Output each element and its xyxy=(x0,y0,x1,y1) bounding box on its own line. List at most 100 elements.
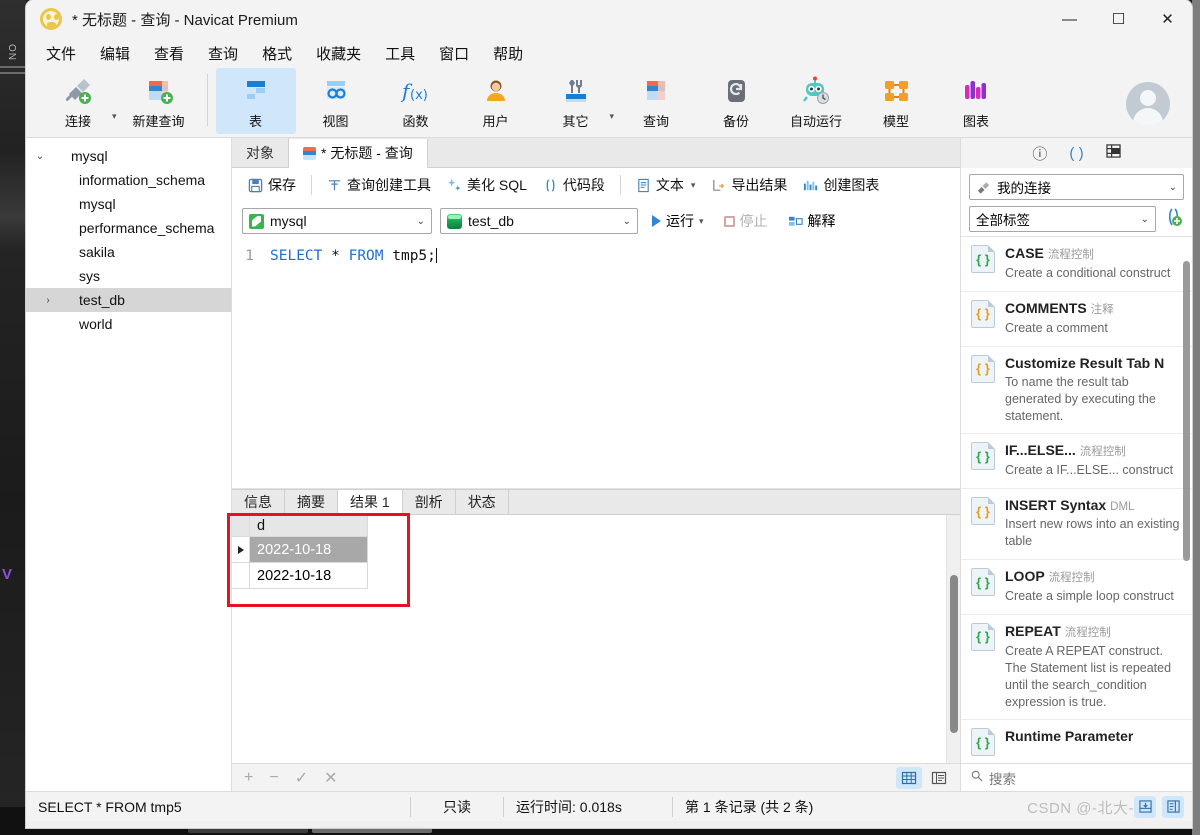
sql-code-text[interactable]: SELECT * FROM tmp5; xyxy=(260,240,960,488)
snippet-list[interactable]: { } CASE 流程控制 Create a conditional constr… xyxy=(961,236,1192,763)
toolbar-view[interactable]: 视图 xyxy=(296,68,376,134)
toolbar-function[interactable]: f (x) 函数 xyxy=(376,68,456,134)
sidebar-item-test-db[interactable]: › test_db xyxy=(26,288,231,312)
export-result-button[interactable]: 导出结果 xyxy=(705,172,793,198)
snippet-list-scrollbar-thumb[interactable] xyxy=(1183,261,1190,561)
toolbar-query[interactable]: 查询 xyxy=(616,68,696,134)
sidebar-item-mysql-connection[interactable]: ⌄ mysql xyxy=(26,144,231,168)
grid-view-icon[interactable] xyxy=(896,766,922,789)
toolbar-chart[interactable]: 图表 xyxy=(936,68,1016,134)
add-snippet-icon[interactable] xyxy=(1162,207,1184,232)
list-item[interactable]: { } Runtime Parameter xyxy=(961,720,1192,763)
menu-file[interactable]: 文件 xyxy=(34,39,88,68)
result-tab-profile[interactable]: 剖析 xyxy=(403,489,456,514)
confirm-edit-button[interactable]: ✓ xyxy=(295,768,308,788)
list-item[interactable]: { } IF...ELSE... 流程控制 Create a IF...ELSE.… xyxy=(961,434,1192,490)
cell-d[interactable]: 2022-10-18 xyxy=(250,563,368,589)
chevron-down-icon[interactable]: ⌄ xyxy=(32,151,48,162)
database-select[interactable]: test_db ⌄ xyxy=(440,208,638,234)
menu-format[interactable]: 格式 xyxy=(250,39,304,68)
toolbar-backup[interactable]: 备份 xyxy=(696,68,776,134)
status-panel-toggle-1-icon[interactable] xyxy=(1134,795,1156,818)
create-chart-button[interactable]: 创建图表 xyxy=(797,172,885,198)
add-record-button[interactable]: + xyxy=(244,769,253,787)
minimize-button[interactable]: — xyxy=(1045,0,1094,38)
save-button[interactable]: 保存 xyxy=(242,172,302,198)
row-marker[interactable] xyxy=(232,563,250,589)
list-item[interactable]: { } REPEAT 流程控制 Create A REPEAT construct… xyxy=(961,615,1192,721)
toolbar-new-query[interactable]: 新建查询 xyxy=(119,68,199,134)
menu-tools[interactable]: 工具 xyxy=(373,39,427,68)
chevron-right-icon[interactable]: › xyxy=(40,295,56,306)
snippets-button[interactable]: 代码段 xyxy=(537,172,611,198)
menu-query[interactable]: 查询 xyxy=(196,39,250,68)
chevron-down-icon[interactable]: ⌄ xyxy=(417,216,425,227)
row-marker[interactable] xyxy=(232,537,250,563)
chevron-down-icon[interactable]: ⌄ xyxy=(1141,214,1149,225)
close-button[interactable]: ✕ xyxy=(1143,0,1192,38)
sidebar-item-sys[interactable]: sys xyxy=(26,264,231,288)
status-panel-toggle-2-icon[interactable] xyxy=(1162,795,1184,818)
connection-dropdown-caret-icon[interactable]: ▾ xyxy=(112,111,117,122)
sidebar-item-information-schema[interactable]: information_schema xyxy=(26,168,231,192)
result-grid-scrollbar[interactable] xyxy=(946,515,960,763)
user-avatar[interactable] xyxy=(1126,82,1170,126)
sidebar-item-performance-schema[interactable]: performance_schema xyxy=(26,216,231,240)
menu-help[interactable]: 帮助 xyxy=(481,39,535,68)
toolbar-connection[interactable]: 连接 xyxy=(38,68,118,134)
menu-favorites[interactable]: 收藏夹 xyxy=(304,39,373,68)
tag-filter-select[interactable]: 全部标签 ⌄ xyxy=(969,206,1156,232)
list-item[interactable]: { } INSERT Syntax DML Insert new rows int… xyxy=(961,489,1192,560)
beautify-sql-button[interactable]: 美化 SQL xyxy=(441,172,533,198)
menu-edit[interactable]: 编辑 xyxy=(88,39,142,68)
query-builder-button[interactable]: 查询创建工具 xyxy=(321,172,437,198)
window-body: ⌄ mysql information_schema mysql perform… xyxy=(26,138,1192,791)
connection-filter-select[interactable]: 我的连接 ⌄ xyxy=(969,174,1184,200)
list-item[interactable]: { } CASE 流程控制 Create a conditional constr… xyxy=(961,237,1192,292)
table-structure-icon[interactable] xyxy=(1105,144,1121,162)
menu-view[interactable]: 查看 xyxy=(142,39,196,68)
list-item[interactable]: { } Customize Result Tab N To name the r… xyxy=(961,347,1192,435)
column-header-d[interactable]: d xyxy=(250,515,368,537)
result-tab-result-1[interactable]: 结果 1 xyxy=(338,490,403,515)
toolbar-user[interactable]: 用户 xyxy=(456,68,536,134)
sidebar-item-world[interactable]: world xyxy=(26,312,231,336)
toolbar-automation[interactable]: 自动运行 xyxy=(776,68,856,134)
form-view-icon[interactable] xyxy=(926,767,952,789)
table-row[interactable]: 2022-10-18 xyxy=(232,537,368,563)
result-grid[interactable]: d 2022-10-18 2022-10-18 xyxy=(232,515,368,763)
result-tab-status[interactable]: 状态 xyxy=(456,489,509,514)
list-item[interactable]: { } LOOP 流程控制 Create a simple loop constr… xyxy=(961,560,1192,615)
other-dropdown-caret-icon[interactable]: ▾ xyxy=(610,111,615,122)
snippet-tag: 流程控制 xyxy=(1079,446,1126,459)
sidebar-item-sakila[interactable]: sakila xyxy=(26,240,231,264)
code-snippet-icon[interactable]: ( ) xyxy=(1069,145,1083,162)
run-dropdown-caret-icon[interactable]: ▾ xyxy=(699,216,704,227)
tab-objects[interactable]: 对象 xyxy=(232,138,289,167)
text-button[interactable]: 文本 ▾ xyxy=(630,172,702,198)
info-icon[interactable]: ⓘ xyxy=(1032,143,1047,164)
list-item[interactable]: { } COMMENTS 注释 Create a comment xyxy=(961,292,1192,347)
sidebar-item-mysql-db[interactable]: mysql xyxy=(26,192,231,216)
text-dropdown-caret-icon[interactable]: ▾ xyxy=(691,180,696,191)
sql-editor[interactable]: 1 SELECT * FROM tmp5; xyxy=(232,240,960,489)
snippet-search-box[interactable]: 搜索 xyxy=(961,763,1192,791)
toolbar-model[interactable]: 模型 xyxy=(856,68,936,134)
toolbar-other[interactable]: 其它 xyxy=(536,68,616,134)
chevron-down-icon[interactable]: ⌄ xyxy=(1169,182,1177,193)
scrollbar-thumb[interactable] xyxy=(950,575,958,733)
menu-window[interactable]: 窗口 xyxy=(427,39,481,68)
tab-untitled-query[interactable]: * 无标题 - 查询 xyxy=(289,139,428,168)
connection-select[interactable]: mysql ⌄ xyxy=(242,208,432,234)
result-tab-info[interactable]: 信息 xyxy=(232,489,285,514)
cell-d[interactable]: 2022-10-18 xyxy=(250,537,368,563)
toolbar-table[interactable]: 表 xyxy=(215,68,296,134)
explain-button[interactable]: 解释 xyxy=(782,208,842,234)
maximize-button[interactable]: ☐ xyxy=(1094,0,1143,38)
cancel-edit-button[interactable]: ✕ xyxy=(324,768,337,788)
table-row[interactable]: 2022-10-18 xyxy=(232,563,368,589)
chevron-down-icon[interactable]: ⌄ xyxy=(623,216,631,227)
result-tab-summary[interactable]: 摘要 xyxy=(285,489,338,514)
run-button[interactable]: 运行 ▾ xyxy=(646,208,710,234)
remove-record-button[interactable]: − xyxy=(269,769,278,787)
